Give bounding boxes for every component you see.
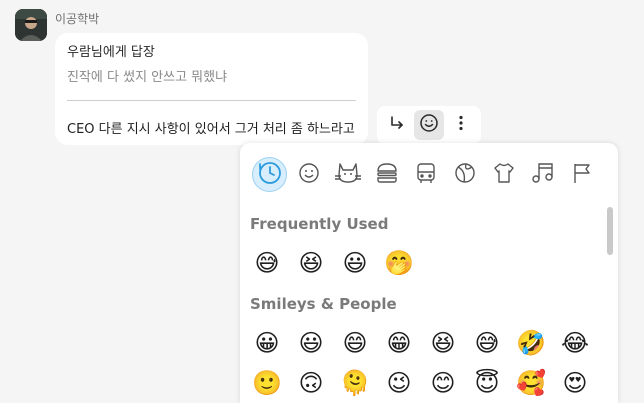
divider bbox=[67, 100, 356, 101]
emoji-category-tabs bbox=[252, 157, 599, 192]
emoji[interactable]: 😍 bbox=[560, 368, 590, 398]
emoji[interactable]: 😆 bbox=[428, 328, 458, 358]
tab-flags[interactable] bbox=[564, 157, 599, 192]
emoji-reaction-button[interactable] bbox=[414, 110, 444, 140]
emoji[interactable]: 🙃 bbox=[296, 368, 326, 398]
bus-icon bbox=[415, 162, 437, 188]
emoji[interactable]: 🙂 bbox=[252, 368, 282, 398]
more-vertical-icon bbox=[452, 114, 470, 136]
burger-icon bbox=[376, 162, 398, 188]
emoji[interactable]: 😉 bbox=[384, 368, 414, 398]
reply-arrow-icon bbox=[388, 114, 406, 136]
section-title-frequently-used: Frequently Used bbox=[250, 215, 389, 233]
emoji[interactable]: 🥰 bbox=[516, 368, 546, 398]
smileys-row: 😀 😃 😄 😁 😆 😅 🤣 😂 bbox=[252, 328, 590, 358]
emoji[interactable]: 😅 bbox=[472, 328, 502, 358]
smiley-icon bbox=[419, 113, 439, 137]
section-title-smileys-people: Smileys & People bbox=[250, 295, 397, 313]
reply-button[interactable] bbox=[382, 110, 412, 140]
emoji[interactable]: 🤭 bbox=[384, 248, 414, 278]
tab-food[interactable] bbox=[369, 157, 404, 192]
reply-title: 우람님에게 답장 bbox=[67, 45, 155, 60]
emoji[interactable]: 🤣 bbox=[516, 328, 546, 358]
emoji[interactable]: 😃 bbox=[296, 328, 326, 358]
tab-smileys[interactable] bbox=[291, 157, 326, 192]
emoji[interactable]: 😊 bbox=[428, 368, 458, 398]
reply-quote[interactable]: 진작에 다 썼지 안쓰고 뭐했냐 bbox=[67, 69, 356, 87]
emoji[interactable]: 😃 bbox=[340, 248, 370, 278]
emoji[interactable]: 😀 bbox=[252, 328, 282, 358]
emoji[interactable]: 😄 bbox=[340, 328, 370, 358]
emoji[interactable]: 😂 bbox=[560, 328, 590, 358]
emoji[interactable]: 😅 bbox=[252, 248, 282, 278]
emoji[interactable]: 🫠 bbox=[340, 368, 370, 398]
tab-travel[interactable] bbox=[408, 157, 443, 192]
music-icon bbox=[531, 161, 555, 189]
flag-icon bbox=[571, 162, 593, 188]
tab-recent[interactable] bbox=[252, 157, 287, 192]
smileys-row: 🙂 🙃 🫠 😉 😊 😇 🥰 😍 bbox=[252, 368, 590, 398]
emoji-picker: Frequently Used 😅 😆 😃 🤭 Smileys & People… bbox=[240, 143, 618, 403]
tab-activities[interactable] bbox=[447, 157, 482, 192]
tab-objects[interactable] bbox=[486, 157, 521, 192]
frequently-used-row: 😅 😆 😃 🤭 bbox=[252, 248, 414, 278]
shirt-icon bbox=[493, 162, 515, 188]
smiley-icon bbox=[298, 162, 320, 188]
message-text: CEO 다른 지시 사항이 있어서 그거 처리 좀 하느라고 bbox=[67, 122, 355, 137]
tab-symbols[interactable] bbox=[525, 157, 560, 192]
picker-scrollbar[interactable] bbox=[607, 207, 613, 255]
clock-icon bbox=[257, 160, 283, 190]
emoji[interactable]: 😇 bbox=[472, 368, 502, 398]
sender-name: 이공학박 bbox=[55, 12, 100, 26]
emoji[interactable]: 😁 bbox=[384, 328, 414, 358]
message-actions bbox=[377, 106, 481, 144]
emoji[interactable]: 😆 bbox=[296, 248, 326, 278]
avatar[interactable] bbox=[15, 9, 47, 41]
message-bubble[interactable]: 우람님에게 답장 진작에 다 썼지 안쓰고 뭐했냐 CEO 다른 지시 사항이 … bbox=[55, 33, 368, 145]
ball-icon bbox=[454, 162, 476, 188]
cat-icon bbox=[334, 162, 361, 188]
tab-animals[interactable] bbox=[330, 157, 365, 192]
more-button[interactable] bbox=[446, 110, 476, 140]
